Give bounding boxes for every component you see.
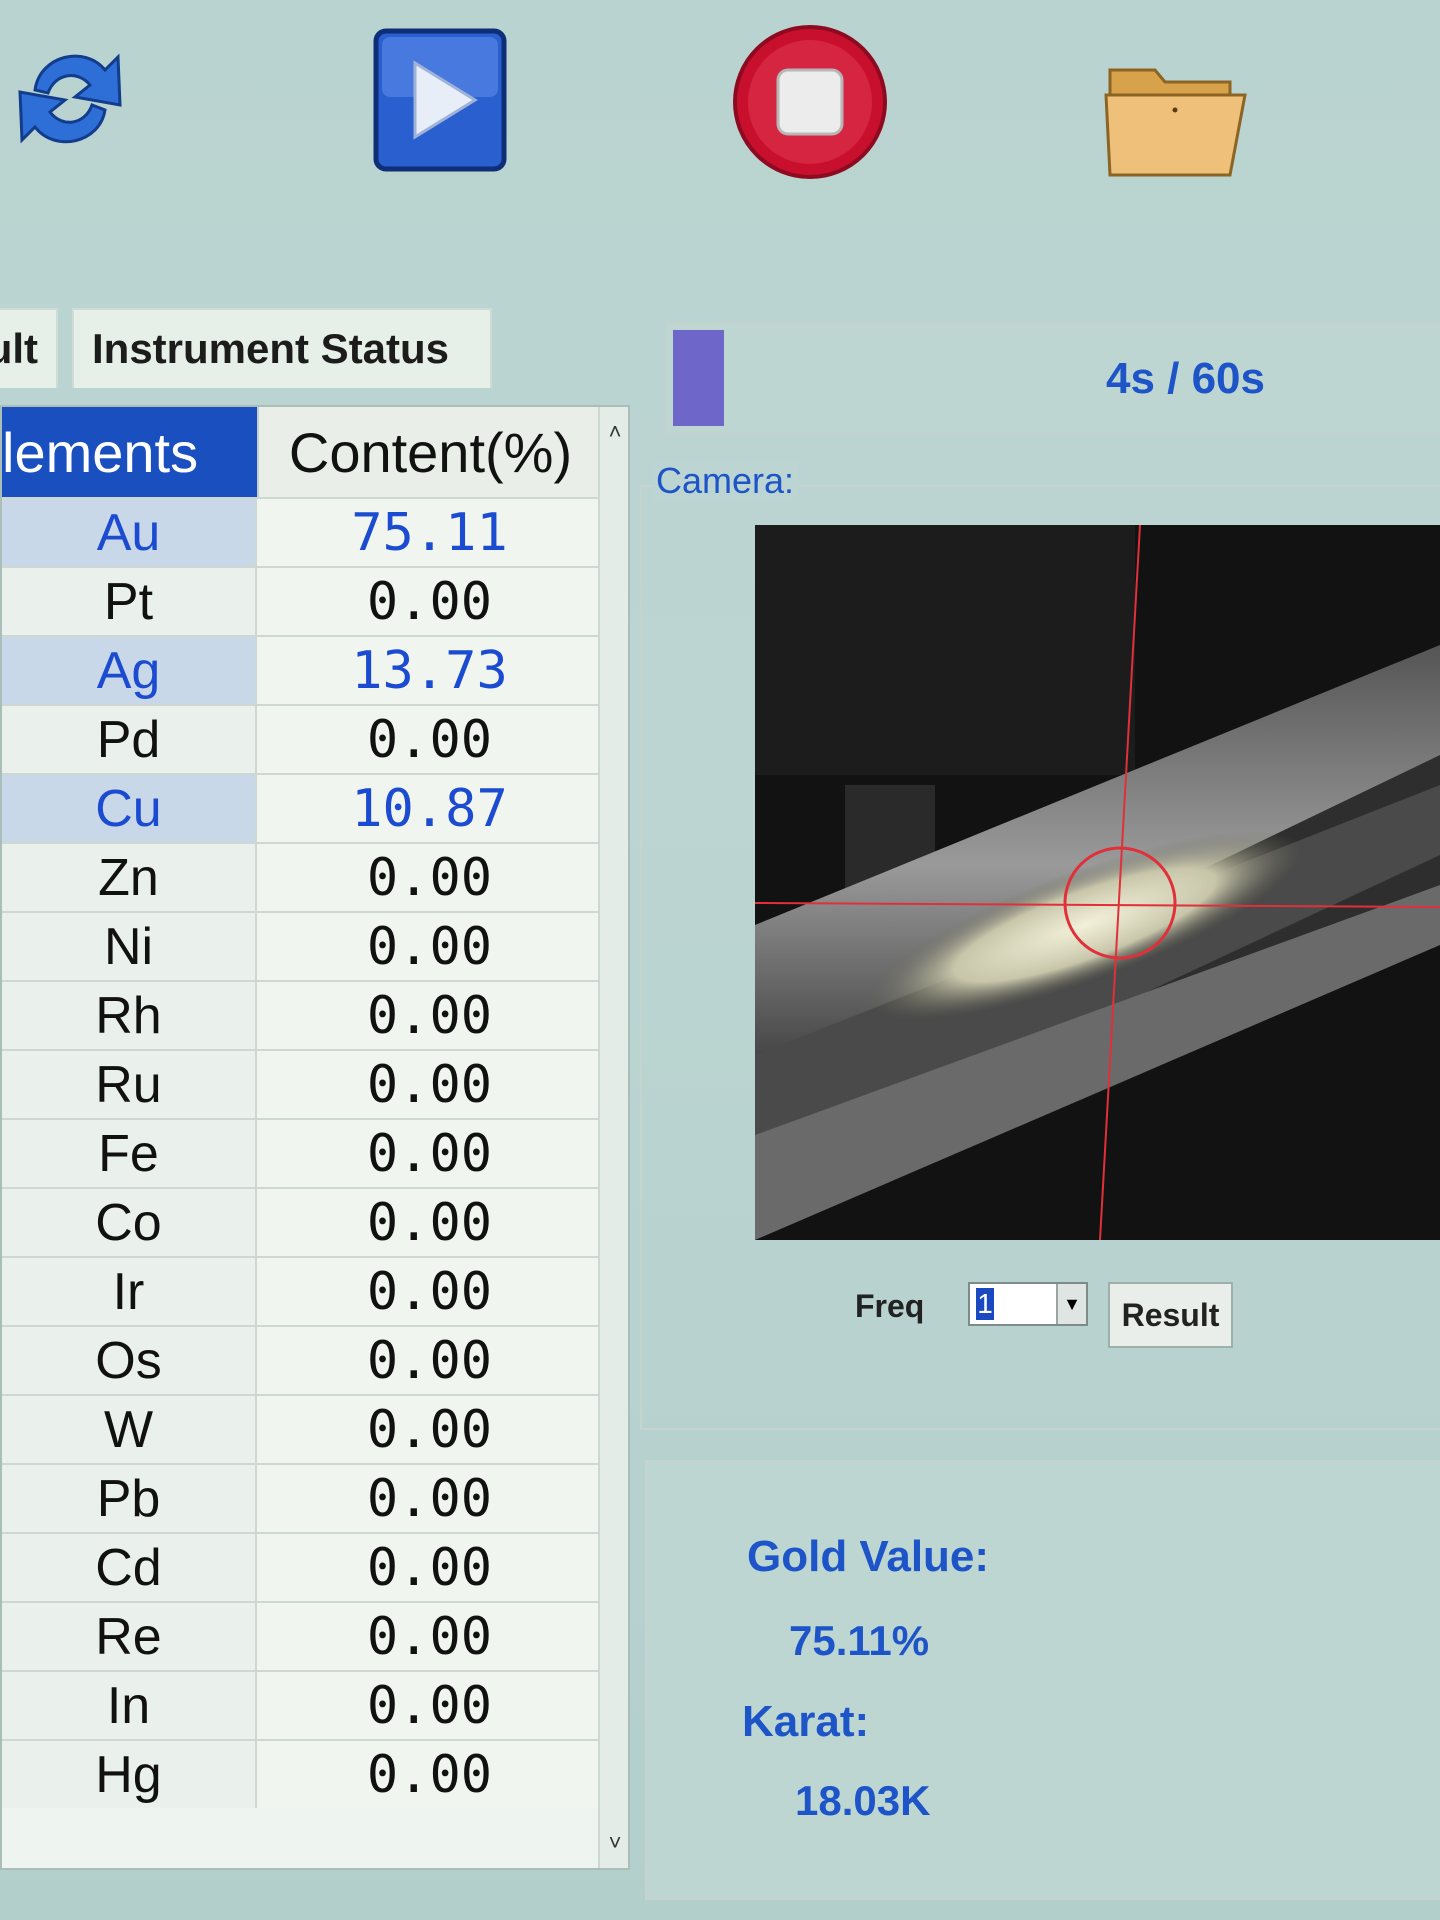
element-content: 0.00 bbox=[257, 1603, 602, 1670]
freq-select-value: 1 bbox=[976, 1288, 994, 1320]
result-button[interactable]: Result bbox=[1108, 1282, 1233, 1348]
karat-value: 18.03K bbox=[795, 1777, 931, 1824]
refresh-button[interactable] bbox=[10, 35, 130, 160]
element-content: 0.00 bbox=[257, 1327, 602, 1394]
element-symbol: Cd bbox=[2, 1534, 257, 1601]
table-row[interactable]: Pd 0.00 bbox=[2, 704, 628, 773]
table-row[interactable]: Pb 0.00 bbox=[2, 1463, 628, 1532]
element-symbol: In bbox=[2, 1672, 257, 1739]
element-content: 0.00 bbox=[257, 568, 602, 635]
camera-image bbox=[755, 525, 1440, 1240]
chevron-down-icon[interactable]: ▼ bbox=[1056, 1284, 1086, 1324]
folder-icon bbox=[1104, 68, 1247, 177]
table-row[interactable]: Ru 0.00 bbox=[2, 1049, 628, 1118]
element-symbol: Ni bbox=[2, 913, 257, 980]
element-symbol: Cu bbox=[2, 775, 257, 842]
element-symbol: Ru bbox=[2, 1051, 257, 1118]
tab-instrument-status-label: Instrument Status bbox=[92, 325, 450, 372]
table-row[interactable]: Cd 0.00 bbox=[2, 1532, 628, 1601]
element-content: 0.00 bbox=[257, 913, 602, 980]
element-content: 0.00 bbox=[257, 1465, 602, 1532]
scroll-up-icon[interactable]: ˄ bbox=[600, 417, 630, 447]
table-row[interactable]: Zn 0.00 bbox=[2, 842, 628, 911]
camera-label: Camera: bbox=[652, 460, 799, 502]
progress-time-text: 4s / 60s bbox=[1105, 354, 1265, 403]
table-scrollbar[interactable]: ˄ ˅ bbox=[598, 407, 628, 1868]
element-symbol: W bbox=[2, 1396, 257, 1463]
table-row[interactable]: Ir 0.00 bbox=[2, 1256, 628, 1325]
element-content: 0.00 bbox=[257, 844, 602, 911]
element-symbol: Au bbox=[2, 499, 257, 566]
table-row[interactable]: Cu 10.87 bbox=[2, 773, 628, 842]
element-content: 13.73 bbox=[257, 637, 602, 704]
element-symbol: Pt bbox=[2, 568, 257, 635]
element-content: 0.00 bbox=[257, 1120, 602, 1187]
stop-button[interactable] bbox=[730, 20, 890, 185]
camera-view bbox=[755, 525, 1440, 1240]
element-content: 0.00 bbox=[257, 1741, 602, 1808]
element-symbol: Ir bbox=[2, 1258, 257, 1325]
table-row[interactable]: Au 75.11 bbox=[2, 497, 628, 566]
measurement-progress-panel: 4s / 60s bbox=[665, 322, 1440, 434]
table-row[interactable]: In 0.00 bbox=[2, 1670, 628, 1739]
element-content: 0.00 bbox=[257, 1672, 602, 1739]
table-row[interactable]: Co 0.00 bbox=[2, 1187, 628, 1256]
element-content: 10.87 bbox=[257, 775, 602, 842]
column-header-content[interactable]: Content(%) bbox=[257, 407, 602, 497]
table-row[interactable]: Hg 0.00 bbox=[2, 1739, 628, 1808]
table-row[interactable]: W 0.00 bbox=[2, 1394, 628, 1463]
stop-icon bbox=[733, 25, 887, 179]
freq-label: Freq bbox=[855, 1288, 925, 1324]
column-header-elements[interactable]: lements bbox=[2, 407, 257, 497]
element-symbol: Pd bbox=[2, 706, 257, 773]
element-symbol: Hg bbox=[2, 1741, 257, 1808]
tab-result-label: ult bbox=[0, 325, 38, 372]
table-row[interactable]: Rh 0.00 bbox=[2, 980, 628, 1049]
karat-label: Karat: bbox=[742, 1697, 870, 1746]
tab-instrument-status[interactable]: Instrument Status bbox=[72, 308, 492, 388]
element-symbol: Co bbox=[2, 1189, 257, 1256]
table-row[interactable]: Ni 0.00 bbox=[2, 911, 628, 980]
element-symbol: Rh bbox=[2, 982, 257, 1049]
open-folder-button[interactable] bbox=[1100, 50, 1250, 185]
element-symbol: Re bbox=[2, 1603, 257, 1670]
gold-value: 75.11% bbox=[789, 1617, 930, 1664]
element-content: 0.00 bbox=[257, 1051, 602, 1118]
element-symbol: Os bbox=[2, 1327, 257, 1394]
table-row[interactable]: Re 0.00 bbox=[2, 1601, 628, 1670]
element-content: 0.00 bbox=[257, 1258, 602, 1325]
tab-result[interactable]: ult bbox=[0, 308, 58, 388]
gold-value-label: Gold Value: bbox=[747, 1532, 990, 1581]
element-content: 0.00 bbox=[257, 982, 602, 1049]
progress-bar-fill bbox=[673, 330, 724, 426]
element-content: 0.00 bbox=[257, 706, 602, 773]
element-content: 0.00 bbox=[257, 1396, 602, 1463]
start-button[interactable] bbox=[370, 25, 510, 175]
table-row[interactable]: Os 0.00 bbox=[2, 1325, 628, 1394]
table-body: Au 75.11 Pt 0.00 Ag 13.73 Pd 0.00 Cu 10.87 Zn 0.00 N… bbox=[2, 497, 628, 1808]
refresh-icon bbox=[18, 53, 122, 144]
table-row[interactable]: Fe 0.00 bbox=[2, 1118, 628, 1187]
table-row[interactable]: Ag 13.73 bbox=[2, 635, 628, 704]
result-panel: Gold Value: 75.11% Karat: 18.03K bbox=[645, 1460, 1440, 1900]
element-content-table[interactable]: lements Content(%) Au 75.11 Pt 0.00 Ag 13.73 P… bbox=[0, 405, 630, 1870]
play-icon bbox=[373, 28, 507, 172]
element-symbol: Zn bbox=[2, 844, 257, 911]
element-symbol: Ag bbox=[2, 637, 257, 704]
table-row[interactable]: Pt 0.00 bbox=[2, 566, 628, 635]
freq-select[interactable]: 1 ▼ bbox=[968, 1282, 1088, 1326]
scroll-down-icon[interactable]: ˅ bbox=[600, 1828, 630, 1858]
element-symbol: Fe bbox=[2, 1120, 257, 1187]
element-content: 0.00 bbox=[257, 1189, 602, 1256]
table-header: lements Content(%) bbox=[2, 407, 628, 497]
element-content: 0.00 bbox=[257, 1534, 602, 1601]
element-symbol: Pb bbox=[2, 1465, 257, 1532]
element-content: 75.11 bbox=[257, 499, 602, 566]
